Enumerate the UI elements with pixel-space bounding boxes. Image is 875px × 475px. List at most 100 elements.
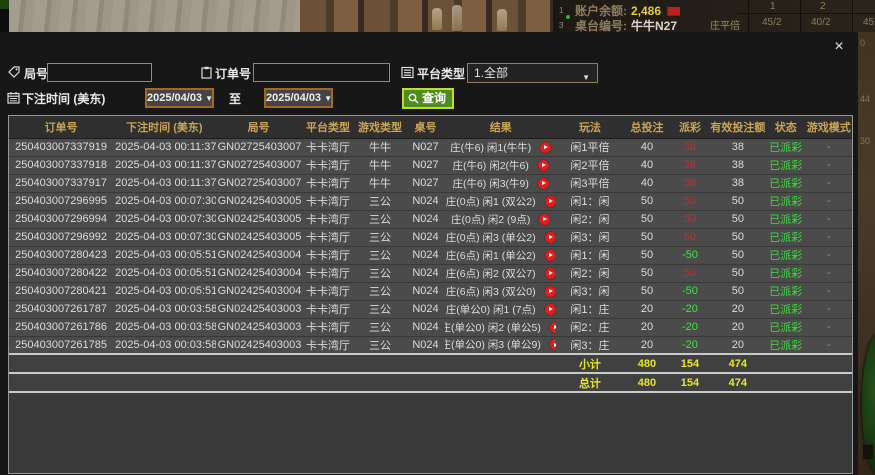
game-type-cell: 三公 — [354, 264, 405, 282]
play-video-icon[interactable] — [550, 322, 556, 333]
platform-cell: 卡卡湾厅 — [302, 336, 355, 354]
game-type-cell: 三公 — [354, 210, 405, 228]
header-total-bet: 总投注 — [624, 116, 670, 138]
subtotal-total-bet: 480 — [624, 354, 670, 373]
play-video-icon[interactable] — [550, 339, 556, 350]
bet-time-cell: 2025-04-03 00:11:37 — [113, 174, 215, 192]
payout-cell: 38 — [670, 156, 710, 174]
round-cell: GN02425403003 — [216, 300, 302, 318]
header-payout: 派彩 — [670, 116, 710, 138]
total-bet-cell: 50 — [624, 192, 670, 210]
header-round: 局号 — [216, 116, 302, 138]
table-row: 250403007261786 2025-04-03 00:03:58 GN02… — [9, 318, 852, 336]
order-cell: 250403007296995 — [9, 192, 113, 210]
platform-type-select[interactable]: 1.全部 ▼ — [467, 63, 598, 83]
seat-number: 1 — [559, 6, 563, 15]
chevron-down-icon: ▼ — [324, 94, 332, 103]
order-cell: 250403007280421 — [9, 282, 113, 300]
header-result: 结果 — [445, 116, 556, 138]
order-cell: 250403007296994 — [9, 210, 113, 228]
round-number-input[interactable] — [47, 63, 152, 82]
game-type-cell: 牛牛 — [354, 138, 405, 156]
chevron-down-icon: ▼ — [205, 94, 213, 103]
payout-cell: 50 — [670, 192, 710, 210]
play-video-icon[interactable] — [545, 268, 556, 279]
account-balance-label: 账户余额: — [575, 4, 627, 18]
table-no-cell: N024 — [406, 318, 446, 336]
result-text: 庄(6点) 闲2 (双公7) — [446, 266, 536, 281]
platform-cell: 卡卡湾厅 — [302, 300, 355, 318]
round-cell: GN02425403004 — [216, 246, 302, 264]
order-number-input[interactable] — [253, 63, 390, 82]
valid-bet-cell: 38 — [710, 156, 766, 174]
order-cell: 250403007337918 — [9, 156, 113, 174]
table-row: 250403007280421 2025-04-03 00:05:51 GN02… — [9, 282, 852, 300]
game-type-cell: 三公 — [354, 336, 405, 354]
order-cell: 250403007261787 — [9, 300, 113, 318]
total-bet-cell: 50 — [624, 210, 670, 228]
table-row: 250403007296992 2025-04-03 00:07:30 GN02… — [9, 228, 852, 246]
table-no-cell: N024 — [406, 192, 446, 210]
play-video-icon[interactable] — [538, 160, 549, 171]
platform-cell: 卡卡湾厅 — [302, 138, 355, 156]
status-cell: 已派彩 — [766, 300, 806, 318]
bet-time-cell: 2025-04-03 00:05:51 — [113, 246, 215, 264]
screen: 1 3 账户余额:2,486 桌台编号:牛牛N27 1 2 庄平倍 45/2 4… — [0, 0, 875, 475]
total-valid-bet: 474 — [710, 373, 766, 392]
subtotal-label: 小计 — [556, 354, 624, 373]
play-cell: 闲3：闲 — [556, 228, 624, 246]
round-number-label: 局号 — [24, 65, 48, 82]
header-bet-time: 下注时间 (美东) — [113, 116, 215, 138]
total-bet-cell: 20 — [624, 318, 670, 336]
result-cell: 庄(单公0) 闲3 (单公9) — [445, 336, 556, 354]
odds-separator — [800, 0, 801, 32]
round-cell: GN02725403007 — [216, 156, 302, 174]
status-cell: 已派彩 — [766, 318, 806, 336]
result-text: 庄(0点) 闲3 (单公2) — [446, 230, 536, 245]
result-cell: 庄(6点) 闲3 (双公0) — [445, 282, 556, 300]
header-play: 玩法 — [556, 116, 624, 138]
result-cell: 庄(6点) 闲1 (单公2) — [445, 246, 556, 264]
bet-time-label: 下注时间 (美东) — [22, 90, 105, 107]
payout-cell: -20 — [670, 300, 710, 318]
round-cell: GN02725403007 — [216, 138, 302, 156]
platform-cell: 卡卡湾厅 — [302, 210, 355, 228]
play-video-icon[interactable] — [545, 304, 556, 315]
payout-cell: 38 — [670, 138, 710, 156]
result-text: 庄(0点) 闲1 (双公2) — [446, 194, 536, 209]
game-mode-cell: - — [806, 264, 852, 282]
status-cell: 已派彩 — [766, 174, 806, 192]
play-video-icon[interactable] — [539, 214, 550, 225]
round-cell: GN02425403003 — [216, 318, 302, 336]
game-background-top: 1 3 账户余额:2,486 桌台编号:牛牛N27 1 2 庄平倍 45/2 4… — [0, 0, 875, 32]
round-cell: GN02425403004 — [216, 282, 302, 300]
play-video-icon[interactable] — [538, 178, 549, 189]
background-panel-fragment — [862, 444, 874, 460]
total-bet-cell: 40 — [624, 174, 670, 192]
strip-number: 0 — [860, 38, 865, 48]
platform-cell: 卡卡湾厅 — [302, 246, 355, 264]
result-text: 庄(0点) 闲2 (9点) — [451, 212, 530, 227]
payout-cell: -20 — [670, 318, 710, 336]
play-cell: 闲2：闲 — [556, 264, 624, 282]
play-video-icon[interactable] — [540, 142, 551, 153]
play-cell: 闲1平倍 — [556, 138, 624, 156]
close-icon[interactable]: × — [828, 36, 850, 58]
play-cell: 闲2平倍 — [556, 156, 624, 174]
game-background-right-strip: 0 44 30 — [858, 32, 875, 475]
seat-number: 3 — [559, 21, 563, 30]
order-cell: 250403007261785 — [9, 336, 113, 354]
play-video-icon[interactable] — [545, 196, 556, 207]
date-from-picker[interactable]: 2025/04/03▼ — [145, 88, 214, 108]
total-bet-cell: 50 — [624, 228, 670, 246]
query-button[interactable]: 查询 — [402, 88, 454, 109]
play-video-icon[interactable] — [545, 250, 556, 261]
date-to-picker[interactable]: 2025/04/03▼ — [264, 88, 333, 108]
play-video-icon[interactable] — [545, 286, 556, 297]
play-video-icon[interactable] — [545, 232, 556, 243]
header-game-type: 游戏类型 — [354, 116, 405, 138]
header-platform: 平台类型 — [302, 116, 355, 138]
play-cell: 闲3：庄 — [556, 336, 624, 354]
total-bet-cell: 20 — [624, 336, 670, 354]
order-cell: 250403007296992 — [9, 228, 113, 246]
